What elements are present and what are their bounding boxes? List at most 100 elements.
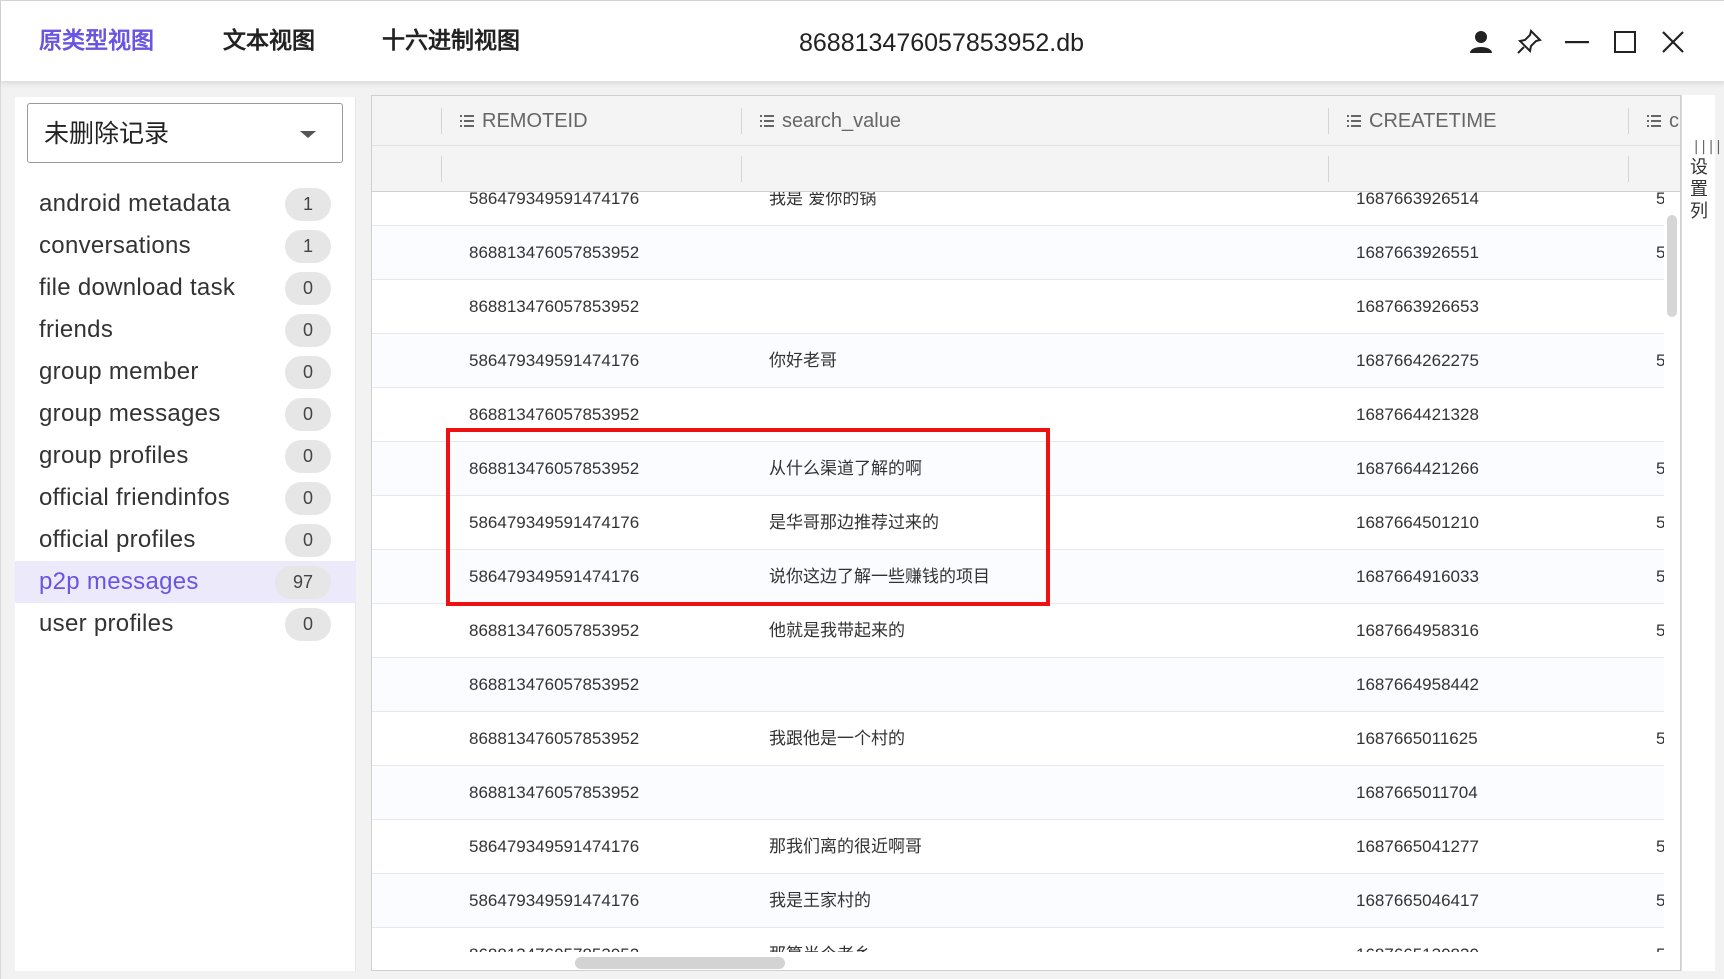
cell-remoteid: 868813476057853952 <box>469 943 639 952</box>
sidebar-item-group-member[interactable]: group member 0 <box>15 351 356 393</box>
cell-remoteid: 868813476057853952 <box>469 675 640 694</box>
vertical-scrollbar-thumb[interactable] <box>1667 215 1677 317</box>
sidebar-item-label: friends <box>39 316 114 343</box>
cell-search-value: 我跟他是一个村的 <box>769 729 905 749</box>
table-row[interactable]: 868813476057853952 1687665011704 <box>372 766 1664 820</box>
cell-createtime: 1687664501210 <box>1356 513 1479 532</box>
sidebar-item-group-profiles[interactable]: group profiles 0 <box>15 435 356 477</box>
records-table: REMOTEID search_value CREATETIME c 58647… <box>371 95 1681 971</box>
column-header-label: REMOTEID <box>482 109 588 132</box>
cell-remoteid: 586479349591474176 <box>469 891 640 910</box>
table-row[interactable]: 868813476057853952 那算半个老乡 1687665130830 … <box>372 928 1664 952</box>
column-divider <box>1628 108 1629 134</box>
count-badge: 0 <box>285 272 331 305</box>
sidebar-item-official-friendinfos[interactable]: official friendinfos 0 <box>15 477 356 519</box>
sidebar-item-android-metadata[interactable]: android metadata 1 <box>15 183 356 225</box>
column-divider <box>441 108 442 134</box>
tab-text-view[interactable]: 文本视图 <box>223 25 315 57</box>
user-icon[interactable] <box>1463 23 1499 61</box>
cell-remoteid: 868813476057853952 <box>469 459 640 478</box>
count-badge: 1 <box>285 188 331 221</box>
title-bar: 原类型视图 文本视图 十六进制视图 868813476057853952.db <box>1 1 1724 81</box>
table-row[interactable]: 586479349591474176 我是 爱你的锅 1687663926514… <box>372 192 1664 226</box>
sidebar-item-user-profiles[interactable]: user profiles 0 <box>15 603 356 645</box>
column-settings-label: 设置列 <box>1690 157 1708 222</box>
column-header-label: c <box>1669 109 1679 132</box>
table-row[interactable]: 868813476057853952 我跟他是一个村的 168766501162… <box>372 712 1664 766</box>
cell-truncated: 5 <box>1656 619 1664 643</box>
column-header-label: search_value <box>782 109 901 132</box>
column-header-truncated[interactable]: c <box>1647 96 1679 146</box>
sidebar-item-label: p2p messages <box>39 568 199 595</box>
table-row[interactable]: 868813476057853952 1687664421328 <box>372 388 1664 442</box>
count-badge: 0 <box>285 356 331 389</box>
table-row[interactable]: 868813476057853952 他就是我带起来的 168766495831… <box>372 604 1664 658</box>
column-settings-button[interactable]: |||| 设置列 <box>1681 95 1723 971</box>
count-badge: 97 <box>275 566 331 599</box>
sidebar-item-label: official profiles <box>39 526 196 553</box>
table-row[interactable]: 586479349591474176 是华哥那边推荐过来的 1687664501… <box>372 496 1664 550</box>
cell-remoteid: 586479349591474176 <box>469 351 640 370</box>
cell-truncated: 5 <box>1656 727 1664 751</box>
sidebar-item-label: user profiles <box>39 610 174 637</box>
sidebar-item-file-download-task[interactable]: file download task 0 <box>15 267 356 309</box>
count-badge: 0 <box>285 398 331 431</box>
minimize-icon[interactable] <box>1559 23 1595 61</box>
sidebar-item-friends[interactable]: friends 0 <box>15 309 356 351</box>
cell-search-value: 那我们离的很近啊哥 <box>769 837 922 857</box>
table-row[interactable]: 868813476057853952 从什么渠道了解的啊 16876644212… <box>372 442 1664 496</box>
sidebar-item-group-messages[interactable]: group messages 0 <box>15 393 356 435</box>
cell-truncated: 5 <box>1656 457 1664 481</box>
sidebar-item-official-profiles[interactable]: official profiles 0 <box>15 519 356 561</box>
count-badge: 1 <box>285 230 331 263</box>
sidebar-item-label: android metadata <box>39 190 231 217</box>
cell-truncated: 5 <box>1656 241 1664 265</box>
pin-icon[interactable] <box>1511 23 1547 61</box>
cell-search-value: 我是王家村的 <box>769 891 871 911</box>
dropdown-caret-icon <box>300 131 316 138</box>
column-filter-row <box>372 146 1680 192</box>
cell-truncated: 5 <box>1656 349 1664 373</box>
column-header-search-value[interactable]: search_value <box>760 96 901 146</box>
cell-truncated: 5 <box>1656 511 1664 535</box>
column-header-createtime[interactable]: CREATETIME <box>1347 96 1496 146</box>
close-icon[interactable] <box>1655 23 1691 61</box>
tab-hex-view[interactable]: 十六进制视图 <box>382 25 520 57</box>
cell-remoteid: 586479349591474176 <box>469 567 640 586</box>
maximize-icon[interactable] <box>1607 23 1643 61</box>
cell-search-value: 他就是我带起来的 <box>769 621 905 641</box>
horizontal-scrollbar-thumb[interactable] <box>575 957 785 969</box>
table-row[interactable]: 586479349591474176 说你这边了解一些赚钱的项目 1687664… <box>372 550 1664 604</box>
table-row[interactable]: 868813476057853952 1687664958442 <box>372 658 1664 712</box>
cell-search-value: 那算半个老乡 <box>769 943 871 952</box>
table-body: 586479349591474176 我是 爱你的锅 1687663926514… <box>372 192 1664 952</box>
cell-truncated: 5 <box>1656 943 1664 952</box>
column-divider <box>1328 156 1329 182</box>
cell-createtime: 1687664958316 <box>1356 621 1479 640</box>
sidebar-item-conversations[interactable]: conversations 1 <box>15 225 356 267</box>
cell-remoteid: 586479349591474176 <box>469 513 640 532</box>
list-icon <box>760 110 774 133</box>
cell-remoteid: 868813476057853952 <box>469 405 640 424</box>
table-row[interactable]: 586479349591474176 我是王家村的 1687665046417 … <box>372 874 1664 928</box>
list-icon <box>460 110 474 133</box>
table-header: REMOTEID search_value CREATETIME c <box>372 96 1680 146</box>
cell-createtime: 1687665041277 <box>1356 837 1479 856</box>
table-row[interactable]: 586479349591474176 那我们离的很近啊哥 16876650412… <box>372 820 1664 874</box>
cell-search-value: 我是 爱你的锅 <box>769 192 877 209</box>
table-row[interactable]: 868813476057853952 1687663926653 <box>372 280 1664 334</box>
record-filter-select[interactable]: 未删除记录 <box>27 103 343 163</box>
column-divider <box>1328 108 1329 134</box>
tab-raw-type-view[interactable]: 原类型视图 <box>39 25 154 57</box>
table-row[interactable]: 868813476057853952 1687663926551 5 <box>372 226 1664 280</box>
cell-truncated: 5 <box>1656 565 1664 589</box>
file-title: 868813476057853952.db <box>799 29 1085 57</box>
list-icon <box>1647 110 1661 133</box>
count-badge: 0 <box>285 482 331 515</box>
column-header-remoteid[interactable]: REMOTEID <box>460 96 588 146</box>
cell-createtime: 1687664262275 <box>1356 351 1479 370</box>
table-row[interactable]: 586479349591474176 你好老哥 1687664262275 5 <box>372 334 1664 388</box>
record-filter-value: 未删除记录 <box>44 119 170 148</box>
sidebar-item-p2p-messages[interactable]: p2p messages 97 <box>15 561 356 603</box>
count-badge: 0 <box>285 608 331 641</box>
